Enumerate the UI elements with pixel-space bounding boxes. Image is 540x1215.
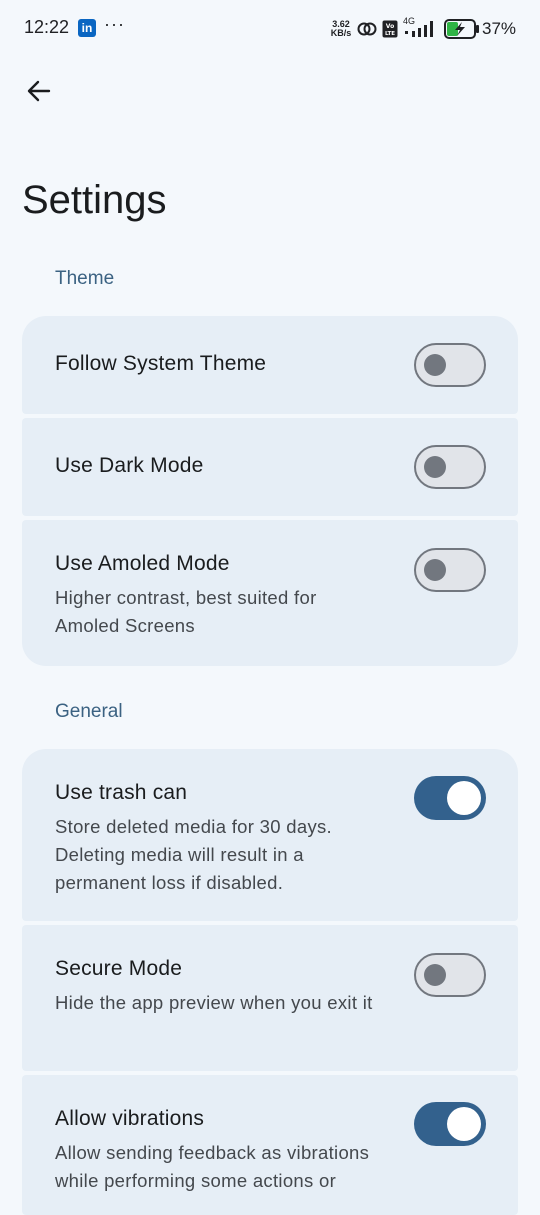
- switch-knob: [447, 1107, 481, 1141]
- arrow-back-icon: [27, 80, 51, 102]
- status-bar: 12:22 in ··· 3.62 KB/s Vo LTE 4G 37%: [0, 0, 540, 58]
- network-speed: 3.62 KB/s: [328, 20, 354, 38]
- status-time: 12:22: [24, 17, 70, 37]
- switch-knob: [424, 456, 446, 478]
- setting-description: Hide the app preview when you exit it: [55, 992, 373, 1013]
- setting-description: Higher contrast, best suited for Amoled …: [55, 587, 317, 636]
- amoled-mode-switch[interactable]: [414, 548, 486, 592]
- setting-dark-mode[interactable]: Use Dark Mode: [22, 418, 518, 516]
- setting-title: Secure Mode: [55, 957, 183, 980]
- trash-can-switch[interactable]: [414, 776, 486, 820]
- svg-text:LTE: LTE: [385, 31, 395, 37]
- setting-title: Use trash can: [55, 781, 188, 804]
- signal-icon: [405, 21, 437, 42]
- section-header-general: General: [55, 701, 123, 722]
- switch-knob: [424, 964, 446, 986]
- battery-percent: 37%: [482, 19, 517, 38]
- switch-knob: [447, 781, 481, 815]
- link-icon: [356, 20, 378, 43]
- switch-knob: [424, 559, 446, 581]
- svg-text:Vo: Vo: [386, 23, 394, 30]
- linkedin-icon: in: [78, 19, 96, 37]
- battery-charging-icon: [444, 19, 480, 44]
- setting-amoled-mode[interactable]: Use Amoled Mode Higher contrast, best su…: [22, 520, 518, 666]
- setting-description: Allow sending feedback as vibrations whi…: [55, 1142, 370, 1191]
- setting-title: Use Amoled Mode: [55, 552, 230, 575]
- section-header-theme: Theme: [55, 268, 115, 289]
- volte-icon: Vo LTE: [382, 20, 398, 43]
- back-button[interactable]: [18, 70, 60, 112]
- setting-allow-vibrations[interactable]: Allow vibrations Allow sending feedback …: [22, 1075, 518, 1215]
- allow-vibrations-switch[interactable]: [414, 1102, 486, 1146]
- follow-system-theme-switch[interactable]: [414, 343, 486, 387]
- setting-secure-mode[interactable]: Secure Mode Hide the app preview when yo…: [22, 925, 518, 1071]
- setting-trash-can[interactable]: Use trash can Store deleted media for 30…: [22, 749, 518, 921]
- network-speed-unit: KB/s: [330, 28, 352, 38]
- setting-title: Use Dark Mode: [55, 454, 204, 477]
- dark-mode-switch[interactable]: [414, 445, 486, 489]
- setting-description: Store deleted media for 30 days. Deletin…: [55, 816, 332, 893]
- setting-follow-system-theme[interactable]: Follow System Theme: [22, 316, 518, 414]
- setting-title: Follow System Theme: [55, 352, 267, 375]
- secure-mode-switch[interactable]: [414, 953, 486, 997]
- setting-title: Allow vibrations: [55, 1107, 205, 1130]
- page-title: Settings: [22, 178, 167, 222]
- more-notifications-icon: ···: [104, 14, 125, 34]
- switch-knob: [424, 354, 446, 376]
